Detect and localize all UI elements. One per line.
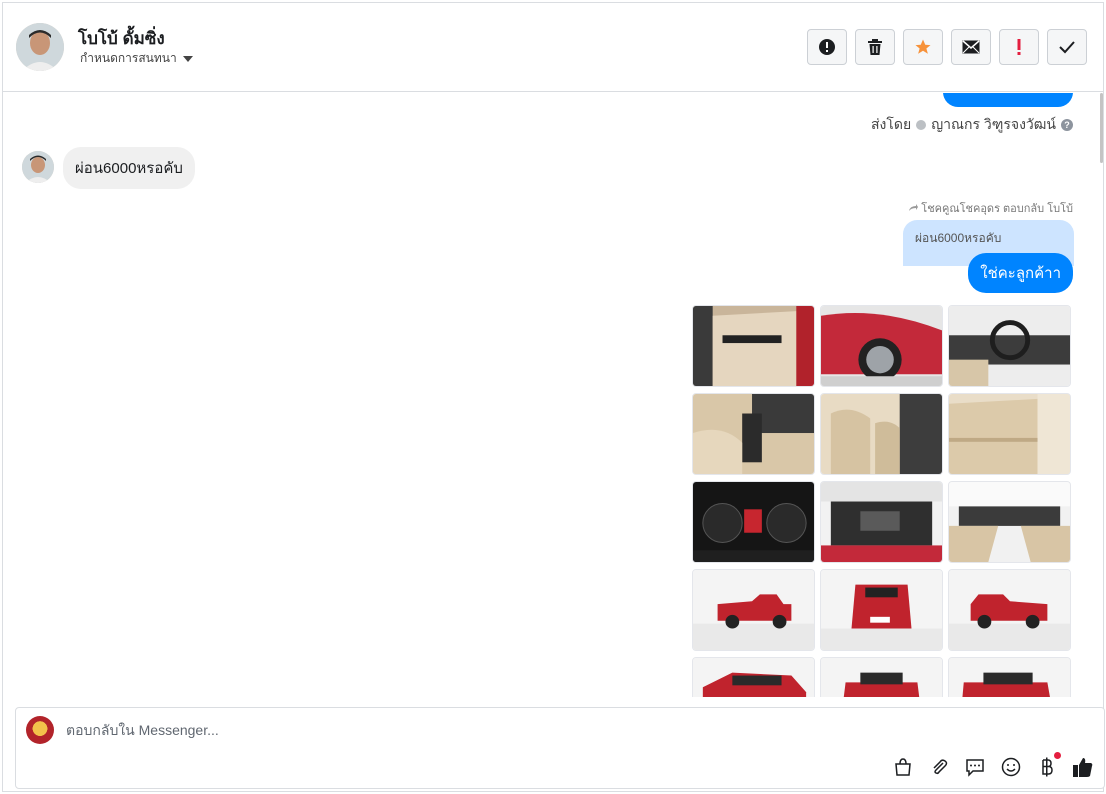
photo-front-wheel[interactable] — [820, 305, 943, 387]
alert-circle-icon — [819, 39, 835, 55]
thread-scrollbar[interactable] — [1100, 93, 1103, 163]
emoji-button[interactable] — [1000, 756, 1022, 778]
photo-cabin-overview[interactable] — [948, 481, 1071, 563]
exclamation-icon — [1017, 39, 1021, 55]
header-actions — [807, 29, 1087, 65]
reply-arrow-icon — [909, 204, 919, 211]
payment-button[interactable] — [1036, 752, 1061, 778]
conversation-panel: โบโบ้ ดั้มซิ่ง กำหนดการสนทนา ส่งโดย ญาณก… — [2, 2, 1105, 792]
photo-rear-angle-2[interactable] — [948, 657, 1071, 697]
page-avatar — [26, 716, 54, 744]
sent-by-prefix: ส่งโดย — [871, 116, 912, 132]
user-dot-icon — [916, 120, 927, 130]
like-button[interactable] — [1072, 756, 1094, 778]
saved-replies-button[interactable] — [964, 756, 986, 778]
caret-down-icon — [182, 55, 193, 62]
outgoing-message[interactable]: ใช่คะลูกค้าา — [968, 253, 1073, 293]
photo-gear-console[interactable] — [692, 393, 815, 475]
photo-rear-view[interactable] — [820, 569, 943, 651]
composer-tools — [892, 752, 1094, 778]
incoming-message[interactable]: ผ่อน6000หรอคับ — [63, 147, 195, 189]
help-icon[interactable]: ? — [1061, 119, 1073, 131]
thumbs-up-icon — [1073, 758, 1093, 777]
star-icon — [915, 39, 931, 54]
reply-composer — [15, 707, 1105, 789]
reply-input[interactable] — [66, 722, 866, 738]
message-thread[interactable]: ส่งโดย ญาณกร วิฑูรจงวัฒน์ ? ผ่อน6000หรอค… — [3, 93, 1103, 697]
photo-door-interior[interactable] — [692, 305, 815, 387]
smiley-icon — [1001, 757, 1021, 777]
check-icon — [1059, 41, 1075, 54]
delete-button[interactable] — [855, 29, 895, 65]
reply-meta: โชคคูณโชคอุดร ตอบกลับ โบโบ้ — [908, 199, 1073, 217]
attach-button[interactable] — [928, 756, 950, 778]
contact-name[interactable]: โบโบ้ ดั้มซิ่ง — [78, 25, 165, 52]
chat-bubble-icon — [966, 759, 984, 777]
photo-rear-angle[interactable] — [820, 657, 943, 697]
contact-avatar[interactable] — [16, 23, 64, 71]
photo-front-angle[interactable] — [692, 657, 815, 697]
mark-unread-button[interactable] — [951, 29, 991, 65]
envelope-icon — [962, 40, 980, 54]
reply-meta-text: โชคคูณโชคอุดร ตอบกลับ โบโบ้ — [921, 203, 1073, 215]
photo-gauge-cluster[interactable] — [692, 481, 815, 563]
photo-rear-seats[interactable] — [948, 393, 1071, 475]
star-button[interactable] — [903, 29, 943, 65]
shop-button[interactable] — [892, 756, 914, 778]
photo-side-view[interactable] — [692, 569, 815, 651]
mark-spam-button[interactable] — [807, 29, 847, 65]
bag-icon — [895, 758, 911, 776]
trash-icon — [868, 39, 882, 55]
photo-dashboard[interactable] — [948, 305, 1071, 387]
follow-up-button[interactable] — [999, 29, 1039, 65]
previous-outgoing-bubble — [943, 93, 1073, 107]
paperclip-icon — [933, 759, 948, 775]
conversation-header: โบโบ้ ดั้มซิ่ง กำหนดการสนทนา — [3, 3, 1103, 92]
photo-gallery — [692, 305, 1073, 697]
sent-by-line: ส่งโดย ญาณกร วิฑูรจงวัฒน์ ? — [871, 114, 1073, 136]
photo-engine-bay[interactable] — [820, 481, 943, 563]
photo-side-view-right[interactable] — [948, 569, 1071, 651]
baht-icon — [1042, 757, 1053, 777]
sender-avatar[interactable] — [22, 151, 54, 183]
mark-done-button[interactable] — [1047, 29, 1087, 65]
sent-by-name[interactable]: ญาณกร วิฑูรจงวัฒน์ — [931, 114, 1056, 136]
assign-conversation-dropdown[interactable]: กำหนดการสนทนา — [80, 49, 193, 68]
assign-label: กำหนดการสนทนา — [80, 51, 177, 65]
photo-front-seats[interactable] — [820, 393, 943, 475]
notification-dot — [1054, 752, 1061, 759]
